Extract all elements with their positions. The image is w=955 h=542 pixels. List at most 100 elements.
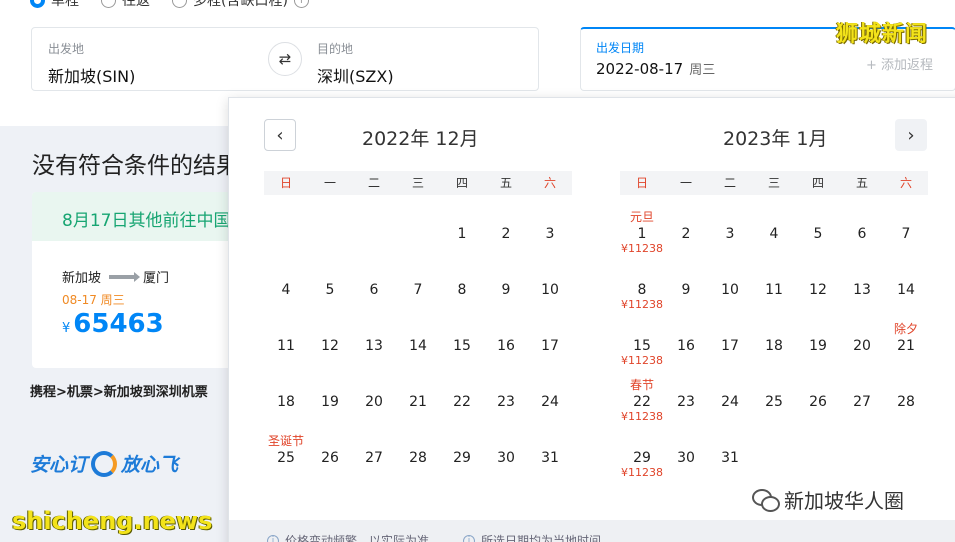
calendar-day[interactable]: 元旦 1 ¥11238 <box>620 210 664 256</box>
footer-note-text: 价格变动频繁，以实际为准 <box>285 534 430 542</box>
departure-field[interactable]: 出发地 新加坡(SIN) <box>48 40 135 87</box>
add-return-button[interactable]: + 添加返程 <box>866 54 933 73</box>
day-number: 19 <box>321 394 339 410</box>
calendar-day[interactable]: 23 <box>664 394 708 410</box>
calendar-day[interactable]: 14 <box>884 282 928 298</box>
trip-type-multicity[interactable]: 多程(含缺口程) i <box>172 0 309 10</box>
calendar-day[interactable]: 27 <box>352 450 396 466</box>
calendar-day[interactable]: 9 <box>484 282 528 298</box>
calendar-day[interactable]: 15 ¥11238 <box>620 338 664 368</box>
calendar-day[interactable]: 26 <box>308 450 352 466</box>
trip-type-oneway[interactable]: 单程 <box>30 0 79 10</box>
day-number: 3 <box>545 226 555 242</box>
calendar-day[interactable]: 8 ¥11238 <box>620 282 664 312</box>
calendar-day[interactable]: 31 <box>528 450 572 466</box>
calendar-day[interactable]: 3 <box>708 226 752 242</box>
calendar-day[interactable]: 31 <box>708 450 752 466</box>
calendar-day[interactable]: 29 <box>440 450 484 466</box>
day-number: 16 <box>497 338 515 354</box>
calendar-day[interactable]: 19 <box>308 394 352 410</box>
departure-date-value[interactable]: 2022-08-17 周三 <box>596 59 715 78</box>
radio-icon[interactable] <box>172 0 187 8</box>
calendar-day[interactable]: 8 <box>440 282 484 298</box>
calendar-day[interactable]: 14 <box>396 338 440 354</box>
calendar-day[interactable]: 17 <box>708 338 752 354</box>
calendar-day[interactable]: 28 <box>396 450 440 466</box>
radio-icon[interactable] <box>101 0 116 8</box>
calendar-day[interactable]: 圣诞节 25 <box>264 434 308 466</box>
calendar-day[interactable]: 4 <box>752 226 796 242</box>
calendar-day[interactable]: 26 <box>796 394 840 410</box>
radio-selected-icon[interactable] <box>30 0 45 8</box>
calendar-day[interactable]: 6 <box>352 282 396 298</box>
calendar-day[interactable]: 13 <box>840 282 884 298</box>
calendar-day[interactable]: 1 <box>440 226 484 242</box>
calendar-day[interactable]: 24 <box>708 394 752 410</box>
calendar-day[interactable]: 21 <box>396 394 440 410</box>
calendar-day[interactable]: 17 <box>528 338 572 354</box>
calendar-day[interactable]: 30 <box>664 450 708 466</box>
day-number: 21 <box>409 394 427 410</box>
calendar-day[interactable]: 春节 22 ¥11238 <box>620 378 664 424</box>
calendar-day[interactable]: 23 <box>484 394 528 410</box>
calendar-day[interactable]: 22 <box>440 394 484 410</box>
departure-value[interactable]: 新加坡(SIN) <box>48 63 135 87</box>
calendar-day[interactable]: 12 <box>308 338 352 354</box>
calendar-day[interactable]: 28 <box>884 394 928 410</box>
calendar-day[interactable]: 24 <box>528 394 572 410</box>
day-number: 10 <box>721 282 739 298</box>
calendar-day[interactable]: 7 <box>884 226 928 242</box>
calendar-day[interactable]: 10 <box>528 282 572 298</box>
calendar-day[interactable]: 11 <box>264 338 308 354</box>
calendar-day[interactable]: 27 <box>840 394 884 410</box>
destination-value[interactable]: 深圳(SZX) <box>317 63 394 87</box>
prev-month-button[interactable]: ‹ <box>264 119 296 151</box>
calendar-day[interactable]: 19 <box>796 338 840 354</box>
calendar-day[interactable]: 20 <box>352 394 396 410</box>
calendar-day[interactable]: 除夕 21 <box>884 322 928 354</box>
calendar-day[interactable]: 16 <box>664 338 708 354</box>
next-month-button[interactable]: › <box>895 119 927 151</box>
calendar-day[interactable]: 4 <box>264 282 308 298</box>
day-number: 8 <box>637 282 647 298</box>
watermark-bottom-left: shicheng.news <box>12 507 213 535</box>
day-number: 30 <box>497 450 515 466</box>
calendar-day[interactable]: 3 <box>528 226 572 242</box>
trip-type-roundtrip[interactable]: 往返 <box>101 0 150 10</box>
calendar-day[interactable]: 16 <box>484 338 528 354</box>
calendar-day[interactable]: 6 <box>840 226 884 242</box>
calendar-day[interactable]: 15 <box>440 338 484 354</box>
route-price[interactable]: ¥65463 <box>62 309 164 339</box>
chevron-left-icon: ‹ <box>276 124 284 146</box>
calendar-day[interactable]: 11 <box>752 282 796 298</box>
info-icon[interactable]: i <box>293 0 309 8</box>
calendar-day[interactable]: 29 ¥11238 <box>620 450 664 480</box>
calendar-day[interactable]: 25 <box>752 394 796 410</box>
calendar-day[interactable]: 18 <box>264 394 308 410</box>
swap-cities-button[interactable]: ⇄ <box>268 42 302 76</box>
destination-field[interactable]: 目的地 深圳(SZX) <box>317 40 394 87</box>
destination-label: 目的地 <box>317 42 354 56</box>
calendar-day[interactable]: 13 <box>352 338 396 354</box>
weekday-label: 日 <box>635 176 648 190</box>
calendar-day[interactable]: 5 <box>308 282 352 298</box>
calendar-day[interactable]: 2 <box>664 226 708 242</box>
day-number: 17 <box>721 338 739 354</box>
calendar-day[interactable]: 9 <box>664 282 708 298</box>
trip-type-label: 多程(含缺口程) <box>193 0 288 9</box>
calendar-day[interactable]: 10 <box>708 282 752 298</box>
calendar-day[interactable]: 5 <box>796 226 840 242</box>
calendar-day[interactable]: 30 <box>484 450 528 466</box>
calendar-day[interactable]: 7 <box>396 282 440 298</box>
breadcrumb[interactable]: 携程>机票>新加坡到深圳机票 <box>30 381 208 400</box>
day-number: 31 <box>541 450 559 466</box>
calendar-day[interactable]: 18 <box>752 338 796 354</box>
calendar-day[interactable]: 2 <box>484 226 528 242</box>
swap-arrows-icon: ⇄ <box>278 50 292 68</box>
day-number: 27 <box>853 394 871 410</box>
route-summary[interactable]: 新加坡 厦门 <box>62 267 169 286</box>
route-date: 08-17 周三 <box>62 293 125 307</box>
calendar-day[interactable]: 20 <box>840 338 884 354</box>
calendar-day[interactable]: 12 <box>796 282 840 298</box>
day-number: 27 <box>365 450 383 466</box>
